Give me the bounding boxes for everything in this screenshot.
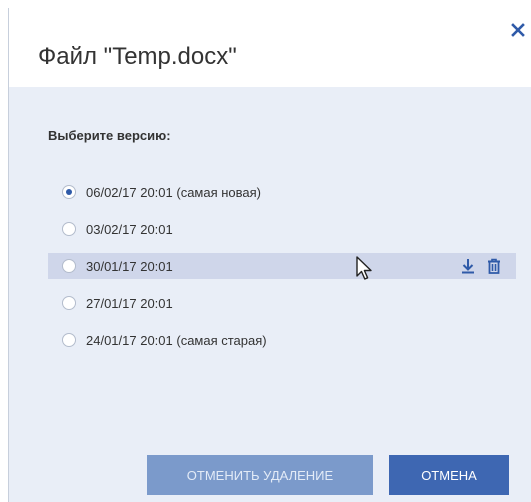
version-item-hovered[interactable]: 30/01/17 20:01	[48, 253, 516, 279]
radio[interactable]	[62, 259, 76, 273]
row-actions	[460, 258, 502, 274]
trash-icon[interactable]	[486, 258, 502, 274]
version-item[interactable]: 24/01/17 20:01 (самая старая)	[48, 327, 516, 353]
radio[interactable]	[62, 296, 76, 310]
undo-delete-button[interactable]: ОТМЕНИТЬ УДАЛЕНИЕ	[147, 455, 373, 495]
version-label: 06/02/17 20:01 (самая новая)	[86, 184, 262, 200]
version-label: 24/01/17 20:01 (самая старая)	[86, 332, 267, 348]
radio[interactable]	[62, 333, 76, 347]
choose-version-label: Выберите версию:	[48, 128, 171, 143]
dialog-title: Файл "Temp.docx"	[38, 43, 237, 70]
dialog-buttons: ОТМЕНИТЬ УДАЛЕНИЕ ОТМЕНА	[147, 455, 509, 495]
radio-selected[interactable]	[62, 185, 76, 199]
version-item[interactable]: 03/02/17 20:01	[48, 216, 516, 242]
version-label: 27/01/17 20:01	[86, 295, 173, 311]
version-item[interactable]: 27/01/17 20:01	[48, 290, 516, 316]
version-dialog: Файл "Temp.docx" Выберите версию: 06/02/…	[8, 8, 531, 502]
version-list: 06/02/17 20:01 (самая новая) 03/02/17 20…	[48, 179, 516, 364]
download-icon[interactable]	[460, 258, 476, 274]
version-item[interactable]: 06/02/17 20:01 (самая новая)	[48, 179, 516, 205]
cancel-button[interactable]: ОТМЕНА	[389, 455, 509, 495]
dialog-header: Файл "Temp.docx"	[9, 8, 531, 87]
close-icon[interactable]	[510, 22, 526, 38]
radio[interactable]	[62, 222, 76, 236]
version-label: 30/01/17 20:01	[86, 258, 173, 274]
version-label: 03/02/17 20:01	[86, 221, 173, 237]
